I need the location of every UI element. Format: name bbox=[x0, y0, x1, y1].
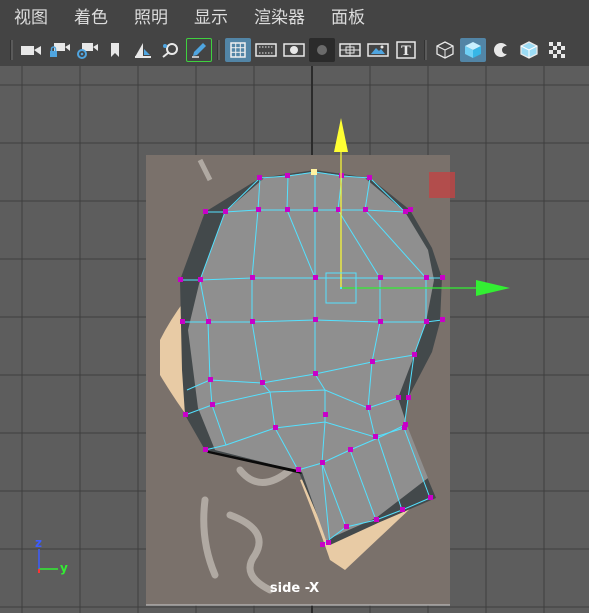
locator-marker[interactable] bbox=[429, 172, 455, 198]
bookmark-icon bbox=[111, 43, 119, 57]
move-y-handle-icon[interactable] bbox=[476, 280, 510, 296]
pan-zoom-button[interactable] bbox=[158, 38, 184, 62]
film-gate-button[interactable] bbox=[253, 38, 279, 62]
camera-attributes-button[interactable] bbox=[74, 38, 100, 62]
svg-text:T: T bbox=[401, 44, 411, 59]
menu-panels[interactable]: 面板 bbox=[318, 0, 378, 36]
resolution-gate-icon bbox=[283, 43, 305, 57]
panel-toolbar: T bbox=[0, 36, 589, 64]
use-default-material-icon bbox=[494, 43, 510, 57]
view-axis-indicator: z y bbox=[35, 536, 68, 575]
menu-shading[interactable]: 着色 bbox=[61, 0, 121, 36]
smooth-shade-icon bbox=[465, 42, 481, 58]
select-camera-icon bbox=[21, 46, 41, 55]
smooth-shade-button[interactable] bbox=[460, 38, 486, 62]
toolbar-separator bbox=[217, 40, 220, 60]
xray-icon bbox=[549, 42, 565, 58]
xray-button[interactable] bbox=[544, 38, 570, 62]
grid-icon bbox=[230, 42, 246, 58]
camera-name-label: side -X bbox=[269, 581, 320, 596]
menu-renderer[interactable]: 渲染器 bbox=[241, 0, 318, 36]
default-material-button[interactable] bbox=[488, 38, 514, 62]
toolbar-separator bbox=[10, 40, 13, 60]
gate-mask-button[interactable] bbox=[309, 38, 335, 62]
field-chart-icon bbox=[339, 43, 361, 57]
toolbar-separator bbox=[424, 40, 427, 60]
image-plane-icon bbox=[135, 43, 151, 58]
gate-mask-icon bbox=[317, 45, 327, 55]
menu-show[interactable]: 显示 bbox=[181, 0, 241, 36]
camera-attributes-icon bbox=[77, 43, 98, 59]
grease-pencil-icon bbox=[192, 43, 206, 58]
wireframe-on-shaded-icon bbox=[520, 41, 538, 59]
axis-label-y: y bbox=[60, 561, 68, 575]
wireframe-on-shaded-button[interactable] bbox=[516, 38, 542, 62]
menu-bar: 视图 着色 照明 显示 渲染器 面板 bbox=[0, 0, 589, 36]
viewport-scene[interactable]: z y bbox=[0, 66, 589, 613]
axis-label-z: z bbox=[35, 536, 42, 550]
film-gate-icon bbox=[255, 43, 277, 57]
grid-button[interactable] bbox=[225, 38, 251, 62]
bookmark-button[interactable] bbox=[102, 38, 128, 62]
safe-title-button[interactable]: T bbox=[393, 38, 419, 62]
menu-lighting[interactable]: 照明 bbox=[121, 0, 181, 36]
lock-camera-button[interactable] bbox=[46, 38, 72, 62]
field-chart-button[interactable] bbox=[337, 38, 363, 62]
select-camera-button[interactable] bbox=[18, 38, 44, 62]
selected-vertex bbox=[311, 169, 317, 175]
wireframe-button[interactable] bbox=[432, 38, 458, 62]
move-z-handle-icon[interactable] bbox=[334, 118, 348, 152]
lock-camera-icon bbox=[50, 43, 70, 57]
safe-title-icon: T bbox=[396, 41, 416, 59]
menu-view[interactable]: 视图 bbox=[0, 0, 61, 36]
image-plane-button[interactable] bbox=[130, 38, 156, 62]
2d-pan-zoom-icon bbox=[162, 43, 178, 58]
wireframe-icon bbox=[436, 41, 454, 59]
safe-action-icon bbox=[367, 43, 389, 57]
grease-pencil-button[interactable] bbox=[186, 38, 212, 62]
safe-action-button[interactable] bbox=[365, 38, 391, 62]
modeling-viewport[interactable]: z y side -X bbox=[0, 66, 589, 613]
resolution-gate-button[interactable] bbox=[281, 38, 307, 62]
